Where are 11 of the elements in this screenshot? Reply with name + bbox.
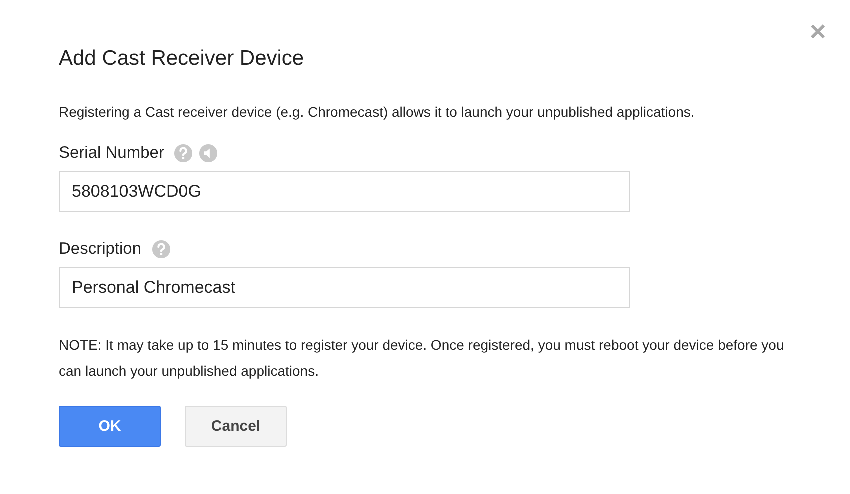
speaker-icon[interactable] [199, 144, 218, 162]
note-text: NOTE: It may take up to 15 minutes to register your device. Once registered, you must reboot your device before you can launch your unpublished applications. [59, 336, 786, 381]
help-icon[interactable] [174, 144, 194, 162]
cancel-button[interactable]: Cancel [185, 406, 287, 447]
text-field[interactable]: 5808103WCD0G [59, 171, 630, 212]
field-label: Description [59, 239, 142, 260]
text-field[interactable]: Personal Chromecast [59, 267, 630, 308]
help-icon[interactable] [152, 240, 171, 258]
field-label: Serial Number [59, 143, 164, 164]
intro-text: Registering a Cast receiver device (e.g. Chromecast) allows it to launch your unpublished applications. [59, 103, 696, 122]
dialog-title: Add Cast Receiver Device [59, 46, 306, 72]
